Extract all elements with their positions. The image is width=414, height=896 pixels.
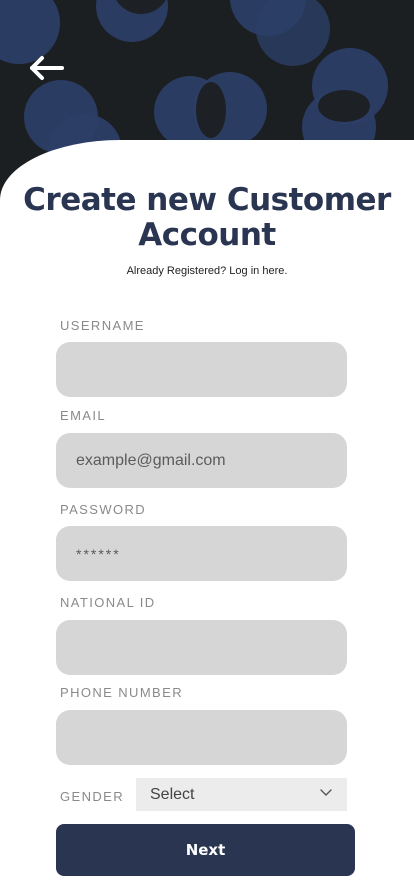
username-input[interactable]: [56, 342, 347, 397]
email-label: EMAIL: [60, 408, 107, 423]
decor-circle: [256, 0, 330, 66]
gender-label: GENDER: [60, 789, 125, 804]
login-link[interactable]: Already Registered? Log in here.: [0, 264, 414, 278]
chevron-down-icon: [320, 789, 332, 796]
gender-select-value: Select: [150, 785, 195, 803]
password-label: PASSWORD: [60, 502, 147, 517]
decor-circle: [318, 90, 370, 122]
decor-circle: [196, 82, 226, 138]
next-button[interactable]: Next: [56, 824, 355, 876]
password-input[interactable]: [56, 526, 347, 581]
national-id-label: NATIONAL ID: [60, 595, 156, 610]
phone-label: PHONE NUMBER: [60, 685, 183, 700]
email-input[interactable]: [56, 433, 347, 488]
arrow-left-icon: [30, 56, 64, 80]
page-title: Create new Customer Account: [23, 182, 391, 253]
gender-select[interactable]: Select: [136, 778, 347, 811]
national-id-input[interactable]: [56, 620, 347, 675]
phone-input[interactable]: [56, 710, 347, 765]
username-label: USERNAME: [60, 318, 145, 333]
back-button[interactable]: [28, 54, 68, 82]
